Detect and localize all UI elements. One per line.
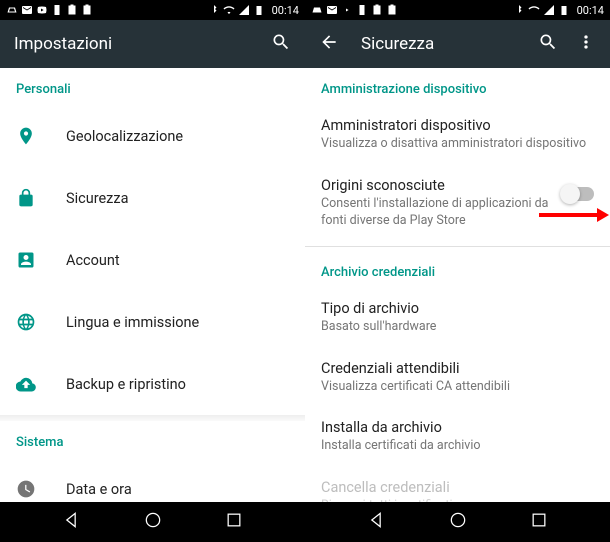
setting-unknown-sources[interactable]: Origini sconosciute Consenti l'installaz… bbox=[305, 165, 610, 242]
bluetooth-icon bbox=[513, 4, 525, 16]
bluetooth-icon bbox=[208, 4, 220, 16]
security-settings: Amministrazione dispositivo Amministrato… bbox=[305, 68, 610, 502]
square-recent-icon bbox=[224, 510, 244, 530]
nav-home[interactable] bbox=[448, 510, 468, 534]
clock-icon bbox=[16, 479, 36, 499]
signal-icon bbox=[238, 4, 250, 16]
square-recent-icon bbox=[529, 510, 549, 530]
arrow-back-icon bbox=[319, 32, 339, 52]
setting-storage-type[interactable]: Tipo di archivio Basato sull'hardware bbox=[305, 288, 610, 348]
more-button[interactable] bbox=[576, 32, 596, 56]
setting-title: Origini sconosciute bbox=[321, 177, 550, 194]
setting-title: Credenziali attendibili bbox=[321, 360, 594, 377]
nav-bar bbox=[0, 502, 305, 542]
setting-title: Amministratori dispositivo bbox=[321, 117, 594, 134]
nav-bar bbox=[305, 502, 610, 542]
list-item-language[interactable]: Lingua e immissione bbox=[0, 291, 305, 353]
search-button[interactable] bbox=[271, 32, 291, 56]
circle-home-icon bbox=[448, 510, 468, 530]
list-item-security[interactable]: Sicurezza bbox=[0, 167, 305, 229]
nav-back[interactable] bbox=[366, 510, 386, 534]
phone-icon bbox=[51, 4, 63, 16]
drive-icon bbox=[311, 4, 323, 16]
section-personal: Personali bbox=[0, 68, 305, 105]
status-bar: 00:14 bbox=[0, 0, 305, 20]
app-bar: Impostazioni bbox=[0, 20, 305, 68]
list-item-location[interactable]: Geolocalizzazione bbox=[0, 105, 305, 167]
wifi-icon bbox=[528, 4, 540, 16]
search-icon bbox=[538, 32, 558, 52]
list-label: Sicurezza bbox=[66, 190, 128, 207]
setting-title: Cancella credenziali bbox=[321, 479, 594, 496]
list-label: Geolocalizzazione bbox=[66, 128, 183, 145]
section-admin: Amministrazione dispositivo bbox=[305, 68, 610, 105]
clip-icon-2 bbox=[386, 4, 398, 16]
list-label: Account bbox=[66, 252, 120, 269]
back-button[interactable] bbox=[319, 32, 339, 56]
section-credentials: Archivio credenziali bbox=[305, 251, 610, 288]
list-label: Backup e ripristino bbox=[66, 376, 186, 393]
list-item-datetime[interactable]: Data e ora bbox=[0, 458, 305, 502]
triangle-back-icon bbox=[366, 510, 386, 530]
location-icon bbox=[16, 126, 36, 146]
setting-title: Tipo di archivio bbox=[321, 300, 594, 317]
list-label: Lingua e immissione bbox=[66, 314, 199, 331]
section-system: Sistema bbox=[0, 421, 305, 458]
setting-sub: Visualizza certificati CA attendibili bbox=[321, 379, 594, 396]
page-title: Sicurezza bbox=[361, 34, 528, 54]
youtube-icon bbox=[36, 4, 48, 16]
search-button[interactable] bbox=[538, 32, 558, 56]
setting-sub: Installa certificati da archivio bbox=[321, 438, 594, 455]
setting-clear-creds: Cancella credenziali Rimuovi tutti i cer… bbox=[305, 467, 610, 502]
clip-icon bbox=[66, 4, 78, 16]
settings-list: Personali Geolocalizzazione Sicurezza Ac… bbox=[0, 68, 305, 502]
setting-trusted-creds[interactable]: Credenziali attendibili Visualizza certi… bbox=[305, 348, 610, 408]
mail-icon bbox=[21, 4, 33, 16]
cloud-upload-icon bbox=[16, 374, 36, 394]
unknown-sources-toggle[interactable] bbox=[562, 187, 594, 201]
divider bbox=[305, 246, 610, 247]
more-vert-icon bbox=[576, 32, 596, 52]
triangle-back-icon bbox=[61, 510, 81, 530]
mail-icon bbox=[326, 4, 338, 16]
phone-icon bbox=[356, 4, 368, 16]
list-label: Data e ora bbox=[66, 481, 132, 498]
nav-home[interactable] bbox=[143, 510, 163, 534]
setting-install-from-storage[interactable]: Installa da archivio Installa certificat… bbox=[305, 407, 610, 467]
circle-home-icon bbox=[143, 510, 163, 530]
setting-sub: Visualizza o disattiva amministratori di… bbox=[321, 136, 594, 153]
list-item-backup[interactable]: Backup e ripristino bbox=[0, 353, 305, 415]
phone-right: 00:14 Sicurezza Amministrazione disposit… bbox=[305, 0, 610, 542]
search-icon bbox=[271, 32, 291, 52]
clip-icon-2 bbox=[81, 4, 93, 16]
youtube-icon bbox=[341, 4, 353, 16]
phone-left: 00:14 Impostazioni Personali Geolocalizz… bbox=[0, 0, 305, 542]
page-title: Impostazioni bbox=[14, 34, 261, 54]
setting-title: Installa da archivio bbox=[321, 419, 594, 436]
setting-device-admins[interactable]: Amministratori dispositivo Visualizza o … bbox=[305, 105, 610, 165]
status-time: 00:14 bbox=[577, 4, 604, 17]
status-bar: 00:14 bbox=[305, 0, 610, 20]
globe-icon bbox=[16, 312, 36, 332]
nav-recent[interactable] bbox=[529, 510, 549, 534]
setting-sub: Consenti l'installazione di applicazioni… bbox=[321, 196, 550, 230]
drive-icon bbox=[6, 4, 18, 16]
signal-icon bbox=[543, 4, 555, 16]
wifi-icon bbox=[223, 4, 235, 16]
battery-icon bbox=[253, 4, 265, 16]
person-icon bbox=[16, 250, 36, 270]
app-bar: Sicurezza bbox=[305, 20, 610, 68]
list-item-account[interactable]: Account bbox=[0, 229, 305, 291]
battery-icon bbox=[558, 4, 570, 16]
clip-icon bbox=[371, 4, 383, 16]
nav-back[interactable] bbox=[61, 510, 81, 534]
status-time: 00:14 bbox=[272, 4, 299, 17]
setting-sub: Basato sull'hardware bbox=[321, 319, 594, 336]
nav-recent[interactable] bbox=[224, 510, 244, 534]
lock-icon bbox=[16, 188, 36, 208]
